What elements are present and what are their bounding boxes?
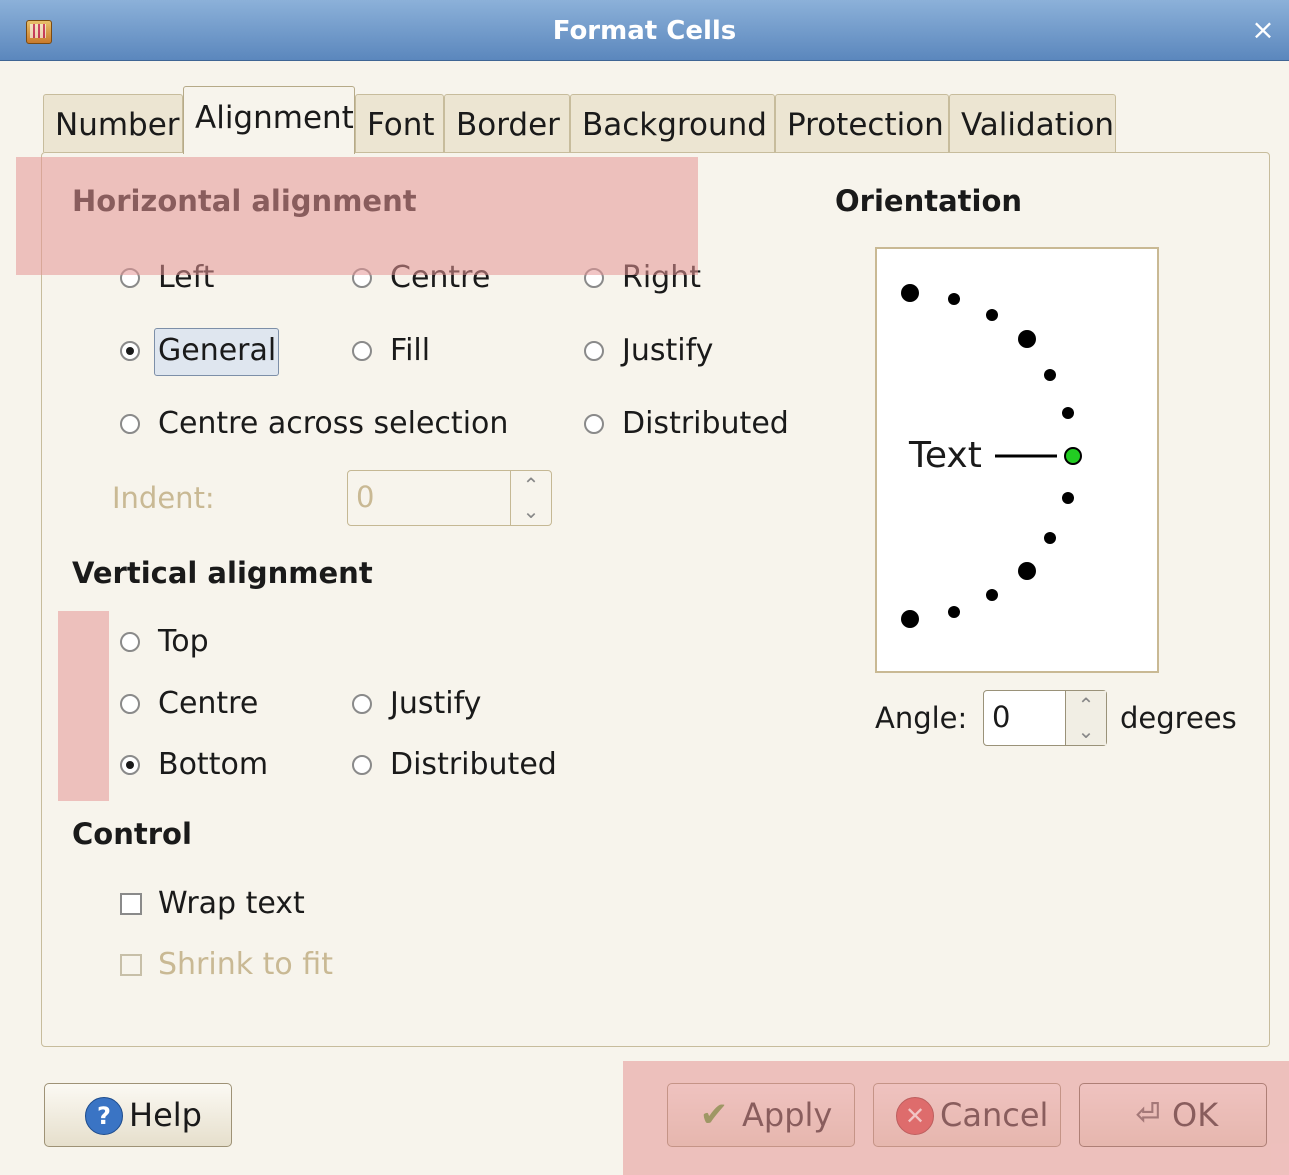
checkmark-icon: ✔ <box>699 1095 729 1135</box>
vertical-alignment-heading: Vertical alignment <box>72 556 373 590</box>
radio-button[interactable] <box>120 414 140 434</box>
dial-dot <box>1062 492 1074 504</box>
wrap-text-label: Wrap text <box>158 886 305 921</box>
dial-dot <box>1044 532 1056 544</box>
indent-spinner[interactable]: 0 <box>347 470 552 526</box>
angle-spinner[interactable]: 0 <box>983 690 1107 746</box>
help-button-label: Help <box>129 1096 202 1134</box>
radio-distributed-label: Distributed <box>622 406 789 441</box>
dial-dot <box>1018 330 1036 348</box>
tab-font[interactable]: Font <box>355 94 444 152</box>
shrink-to-fit-label: Shrink to fit <box>158 947 333 982</box>
radio-centre-label: Centre <box>390 260 491 295</box>
radio-button-checked[interactable] <box>120 341 140 361</box>
radio-fill[interactable]: Fill <box>350 331 430 371</box>
radio-button[interactable] <box>352 755 372 775</box>
indent-label: Indent: <box>112 481 215 515</box>
radio-button[interactable] <box>584 414 604 434</box>
tab-number[interactable]: Number <box>43 94 183 152</box>
close-icon[interactable]: × <box>1247 14 1279 46</box>
orientation-preview-text: Text <box>909 435 982 476</box>
dial-dot <box>986 309 998 321</box>
radio-button-checked[interactable] <box>120 755 140 775</box>
orientation-heading: Orientation <box>835 184 1023 218</box>
radio-right-label: Right <box>622 260 701 295</box>
radio-centre-across-selection-label: Centre across selection <box>158 406 509 441</box>
radio-bottom-label: Bottom <box>158 747 269 782</box>
radio-button[interactable] <box>120 268 140 288</box>
radio-fill-label: Fill <box>390 333 431 368</box>
radio-vertical-distributed-label: Distributed <box>390 747 557 782</box>
radio-button[interactable] <box>120 694 140 714</box>
radio-button[interactable] <box>584 341 604 361</box>
radio-bottom[interactable]: Bottom <box>118 745 268 785</box>
orientation-dial[interactable]: Text <box>875 247 1159 673</box>
cancel-icon: ✕ <box>896 1097 934 1135</box>
control-heading: Control <box>72 817 192 851</box>
window-title: Format Cells <box>552 16 737 46</box>
angle-value[interactable]: 0 <box>992 691 1010 743</box>
tab-protection[interactable]: Protection <box>775 94 949 152</box>
radio-top[interactable]: Top <box>118 622 209 662</box>
indent-stepper-icon[interactable] <box>510 471 551 525</box>
horizontal-alignment-heading: Horizontal alignment <box>72 184 417 218</box>
radio-vertical-centre[interactable]: Centre <box>118 684 258 724</box>
checkbox <box>120 954 142 976</box>
indent-value[interactable]: 0 <box>356 471 374 523</box>
tab-alignment[interactable]: Alignment <box>183 86 355 154</box>
dial-dot <box>1044 369 1056 381</box>
radio-left-label: Left <box>158 260 215 295</box>
dial-selected-dot <box>1064 447 1082 465</box>
radio-right[interactable]: Right <box>582 258 701 298</box>
dial-dot <box>1018 562 1036 580</box>
radio-justify-label: Justify <box>622 333 714 368</box>
radio-vertical-centre-label: Centre <box>158 686 259 721</box>
radio-button[interactable] <box>584 268 604 288</box>
radio-left[interactable]: Left <box>118 258 214 298</box>
radio-vertical-distributed[interactable]: Distributed <box>350 745 557 785</box>
return-arrow-icon: ⏎ <box>1135 1097 1161 1132</box>
radio-general-label: General <box>158 333 277 368</box>
radio-vertical-justify-label: Justify <box>390 686 482 721</box>
checkbox[interactable] <box>120 893 142 915</box>
dial-dot <box>901 284 919 302</box>
radio-centre[interactable]: Centre <box>350 258 490 298</box>
angle-stepper-icon[interactable] <box>1065 691 1106 745</box>
dial-dot <box>948 606 960 618</box>
radio-button[interactable] <box>352 341 372 361</box>
ok-button-label: OK <box>1172 1096 1219 1134</box>
radio-button[interactable] <box>352 694 372 714</box>
radio-general[interactable]: General <box>118 331 276 371</box>
dial-dot <box>901 610 919 628</box>
checkbox-wrap-text[interactable]: Wrap text <box>118 884 305 924</box>
radio-centre-across-selection[interactable]: Centre across selection <box>118 404 508 444</box>
tab-border[interactable]: Border <box>444 94 570 152</box>
dial-dot <box>1062 407 1074 419</box>
help-button[interactable]: ? Help <box>44 1083 232 1147</box>
tab-validation[interactable]: Validation <box>949 94 1116 152</box>
angle-unit-label: degrees <box>1120 701 1237 735</box>
angle-label: Angle: <box>875 701 968 735</box>
dial-dot <box>986 589 998 601</box>
apply-button[interactable]: ✔ Apply <box>667 1083 855 1147</box>
apply-button-label: Apply <box>742 1096 833 1134</box>
checkbox-shrink-to-fit: Shrink to fit <box>118 945 333 985</box>
tab-background[interactable]: Background <box>570 94 775 152</box>
dial-dot <box>948 293 960 305</box>
radio-button[interactable] <box>352 268 372 288</box>
cancel-button-label: Cancel <box>940 1096 1049 1134</box>
radio-distributed[interactable]: Distributed <box>582 404 789 444</box>
radio-vertical-justify[interactable]: Justify <box>350 684 481 724</box>
help-icon: ? <box>85 1097 123 1135</box>
radio-justify[interactable]: Justify <box>582 331 713 371</box>
cancel-button[interactable]: ✕ Cancel <box>873 1083 1061 1147</box>
ok-button[interactable]: ⏎ OK <box>1079 1083 1267 1147</box>
radio-top-label: Top <box>158 624 209 659</box>
title-bar: Format Cells × <box>0 0 1289 61</box>
radio-button[interactable] <box>120 632 140 652</box>
